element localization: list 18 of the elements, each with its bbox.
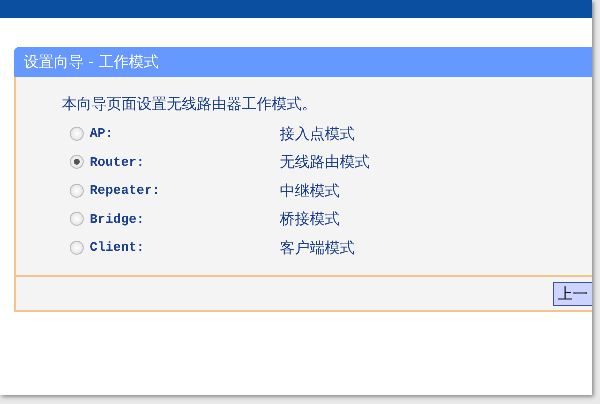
- mode-label: Repeater:: [90, 182, 162, 200]
- radio-button[interactable]: [70, 155, 84, 170]
- back-button[interactable]: 上一: [553, 282, 592, 306]
- radio-button[interactable]: [70, 184, 84, 198]
- mode-label: Bridge:: [90, 210, 146, 228]
- mode-label: Router:: [90, 154, 146, 172]
- radio-button[interactable]: [70, 212, 84, 226]
- mode-description: 无线路由模式: [280, 152, 370, 173]
- radio-button[interactable]: [70, 240, 84, 255]
- mode-description: 桥接模式: [280, 209, 340, 230]
- mode-description: 接入点模式: [280, 124, 355, 144]
- radio-button[interactable]: [70, 126, 84, 141]
- mode-label: Client:: [90, 239, 146, 257]
- mode-description: 中继模式: [280, 180, 340, 202]
- mode-description: 客户端模式: [280, 238, 355, 258]
- intro-text: 本向导页面设置无线路由器工作模式。: [62, 94, 318, 115]
- panel-title: 设置向导 - 工作模式: [14, 47, 592, 77]
- mode-label: AP:: [90, 125, 114, 143]
